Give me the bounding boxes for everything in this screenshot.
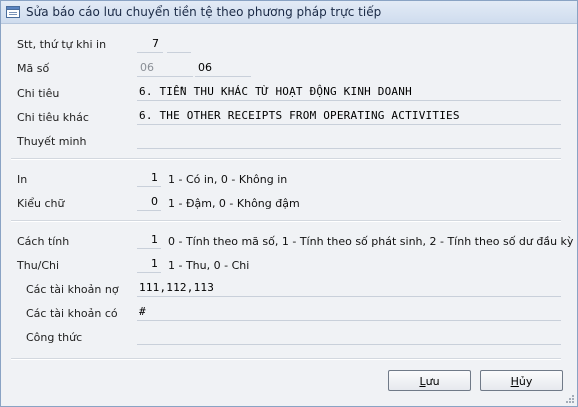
ma-so-old-value: 06 xyxy=(140,61,154,74)
window-title: Sửa báo cáo lưu chuyển tiền tệ theo phươ… xyxy=(26,5,382,19)
tk-co-value: # xyxy=(139,305,146,318)
thu-chi-hint: 1 - Thu, 0 - Chi xyxy=(168,259,250,272)
ma-so-label: Mã số xyxy=(17,62,50,75)
in-value: 1 xyxy=(151,171,158,184)
tk-co-label: Các tài khoản có xyxy=(26,307,118,320)
title-bar[interactable]: Sửa báo cáo lưu chuyển tiền tệ theo phươ… xyxy=(1,1,577,24)
thu-chi-label: Thu/Chi xyxy=(17,259,60,272)
ma-so-value: 06 xyxy=(198,61,212,74)
ma-so-input[interactable]: 06 xyxy=(195,60,251,77)
thu-chi-input[interactable]: 1 xyxy=(137,256,161,273)
in-label: In xyxy=(17,173,28,186)
stt-input[interactable]: 7 xyxy=(137,36,163,53)
tk-no-label: Các tài khoản nợ xyxy=(26,283,119,296)
kieu-chu-input[interactable]: 0 xyxy=(137,194,161,211)
save-button[interactable]: Lưu xyxy=(388,370,471,391)
resize-grip-icon[interactable] xyxy=(565,394,575,404)
tk-co-input[interactable]: # xyxy=(137,304,561,321)
chi-tieu-label: Chi tiêu xyxy=(17,87,60,100)
cach-tinh-value: 1 xyxy=(151,233,158,246)
in-hint: 1 - Có in, 0 - Không in xyxy=(168,173,288,186)
save-button-label: ưu xyxy=(425,375,440,388)
tk-no-input[interactable]: 111,112,113 xyxy=(137,280,561,297)
separator-3 xyxy=(11,358,561,360)
chi-tieu-khac-label: Chi tiêu khác xyxy=(17,111,89,124)
kieu-chu-label: Kiểu chữ xyxy=(17,197,65,210)
chi-tieu-khac-input[interactable]: 6. THE OTHER RECEIPTS FROM OPERATING ACT… xyxy=(137,108,561,125)
cong-thuc-label: Công thức xyxy=(26,331,83,344)
thu-chi-value: 1 xyxy=(151,257,158,270)
kieu-chu-value: 0 xyxy=(151,195,158,208)
thuyet-minh-label: Thuyết minh xyxy=(17,135,87,148)
cancel-button-mnemonic: H xyxy=(510,375,519,388)
dialog-window: Sửa báo cáo lưu chuyển tiền tệ theo phươ… xyxy=(0,0,578,407)
cach-tinh-label: Cách tính xyxy=(17,235,70,248)
cach-tinh-hint: 0 - Tính theo mã số, 1 - Tính theo số ph… xyxy=(168,235,574,248)
separator-2 xyxy=(11,220,561,222)
tk-no-value: 111,112,113 xyxy=(139,281,215,294)
stt-label: Stt, thứ tự khi in xyxy=(17,38,107,51)
cancel-button-label: ủy xyxy=(518,375,533,388)
ma-so-old-field: 06 xyxy=(137,60,193,77)
chi-tieu-input[interactable]: 6. TIỀN THU KHÁC TỪ HOẠT ĐỘNG KINH DOANH xyxy=(137,84,561,101)
stt-value: 7 xyxy=(152,37,159,50)
cong-thuc-input[interactable] xyxy=(137,328,561,345)
cach-tinh-input[interactable]: 1 xyxy=(137,232,161,249)
window-icon xyxy=(6,6,20,18)
separator-1 xyxy=(11,158,561,160)
in-input[interactable]: 1 xyxy=(137,170,161,187)
cancel-button[interactable]: Hủy xyxy=(480,370,563,391)
stt-extra-field[interactable] xyxy=(167,36,191,53)
thuyet-minh-input[interactable] xyxy=(137,132,561,149)
chi-tieu-khac-value: 6. THE OTHER RECEIPTS FROM OPERATING ACT… xyxy=(139,109,460,122)
kieu-chu-hint: 1 - Đậm, 0 - Không đậm xyxy=(168,197,300,210)
chi-tieu-value: 6. TIỀN THU KHÁC TỪ HOẠT ĐỘNG KINH DOANH xyxy=(139,85,412,98)
